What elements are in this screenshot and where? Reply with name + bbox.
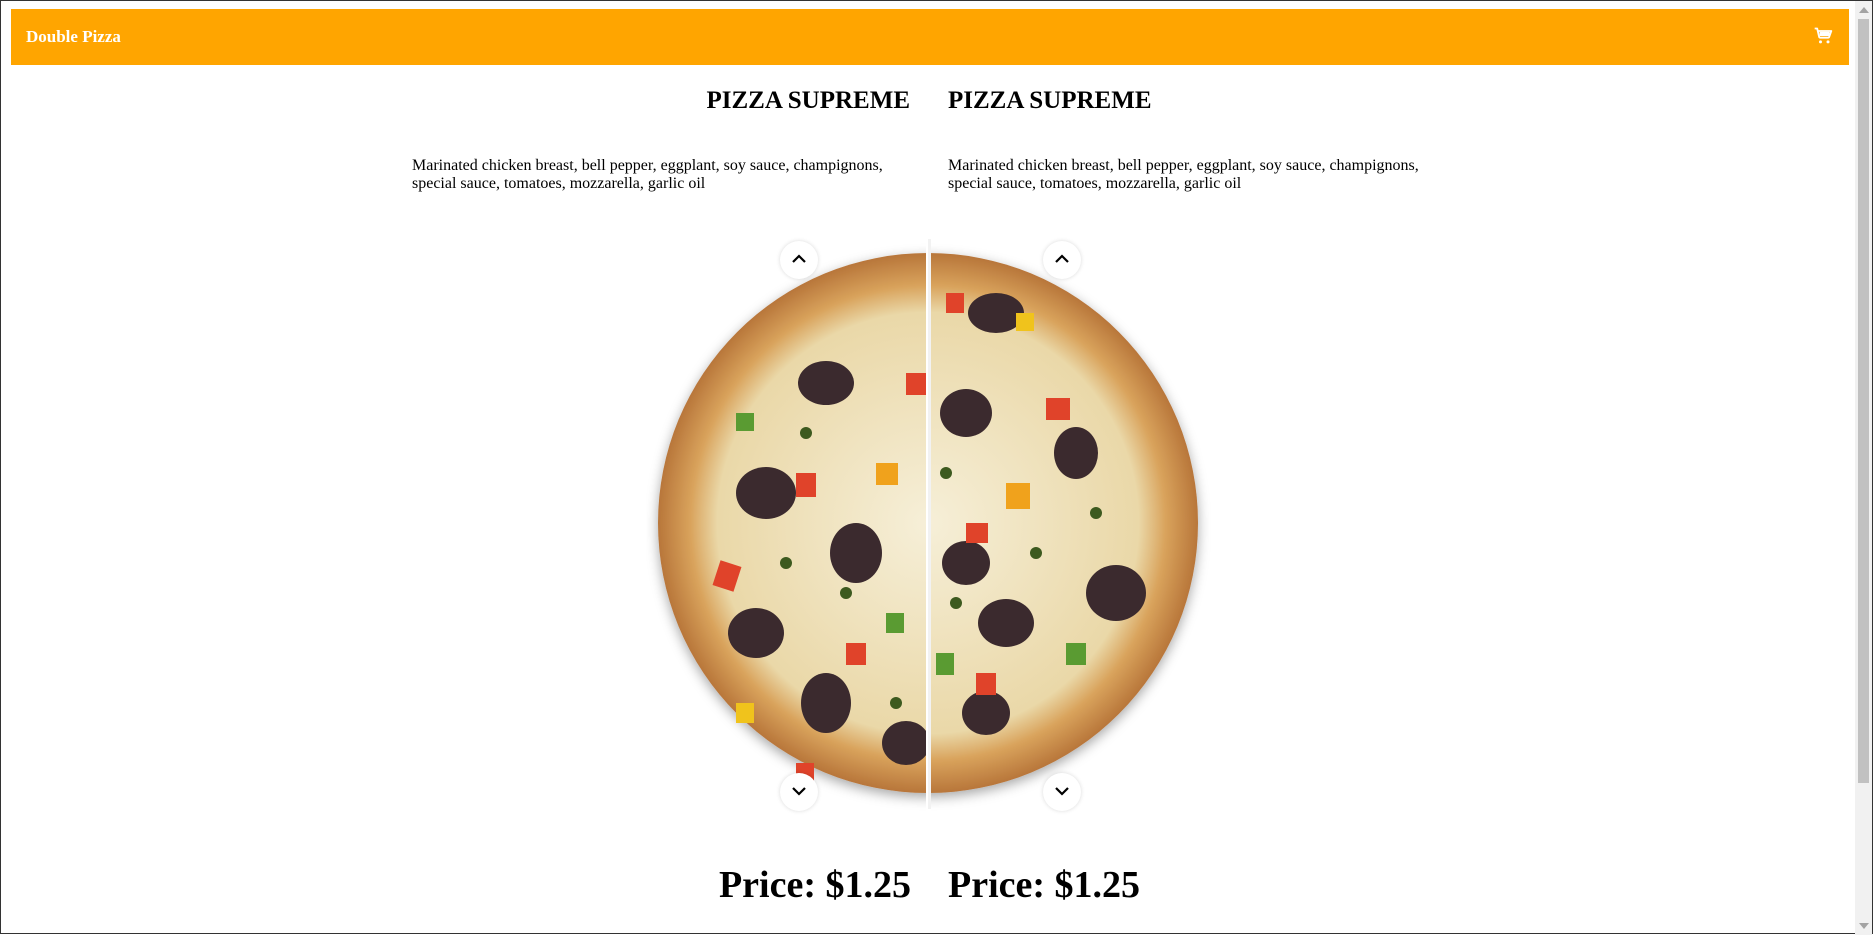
right-pizza-description: Marinated chicken breast, bell pepper, e… [948, 157, 1419, 192]
right-pizza-half [931, 233, 1211, 813]
left-pizza-next-button[interactable] [780, 773, 818, 811]
left-pizza-title: PIZZA SUPREME [706, 87, 910, 114]
cart-icon[interactable] [1813, 26, 1833, 46]
vertical-scrollbar[interactable] [1855, 1, 1872, 935]
brand-title[interactable]: Double Pizza [26, 27, 121, 47]
right-pizza-price: Price: $1.25 [948, 864, 1141, 906]
right-pizza-title: PIZZA SUPREME [948, 87, 1152, 114]
left-pizza-price: Price: $1.25 [718, 864, 911, 906]
left-pizza-prev-button[interactable] [780, 241, 818, 279]
left-pizza-description: Marinated chicken breast, bell pepper, e… [412, 157, 883, 192]
scroll-down-icon[interactable] [1859, 923, 1869, 929]
chevron-up-icon [1055, 254, 1069, 263]
navbar: Double Pizza [11, 9, 1849, 65]
scroll-up-icon[interactable] [1859, 7, 1869, 13]
pizza-image [646, 233, 1211, 813]
chevron-down-icon [1055, 787, 1069, 796]
right-pizza-next-button[interactable] [1043, 773, 1081, 811]
chevron-down-icon [792, 787, 806, 796]
left-pizza-half [646, 233, 926, 813]
scrollbar-thumb[interactable] [1858, 19, 1869, 783]
right-pizza-prev-button[interactable] [1043, 241, 1081, 279]
chevron-up-icon [792, 254, 806, 263]
